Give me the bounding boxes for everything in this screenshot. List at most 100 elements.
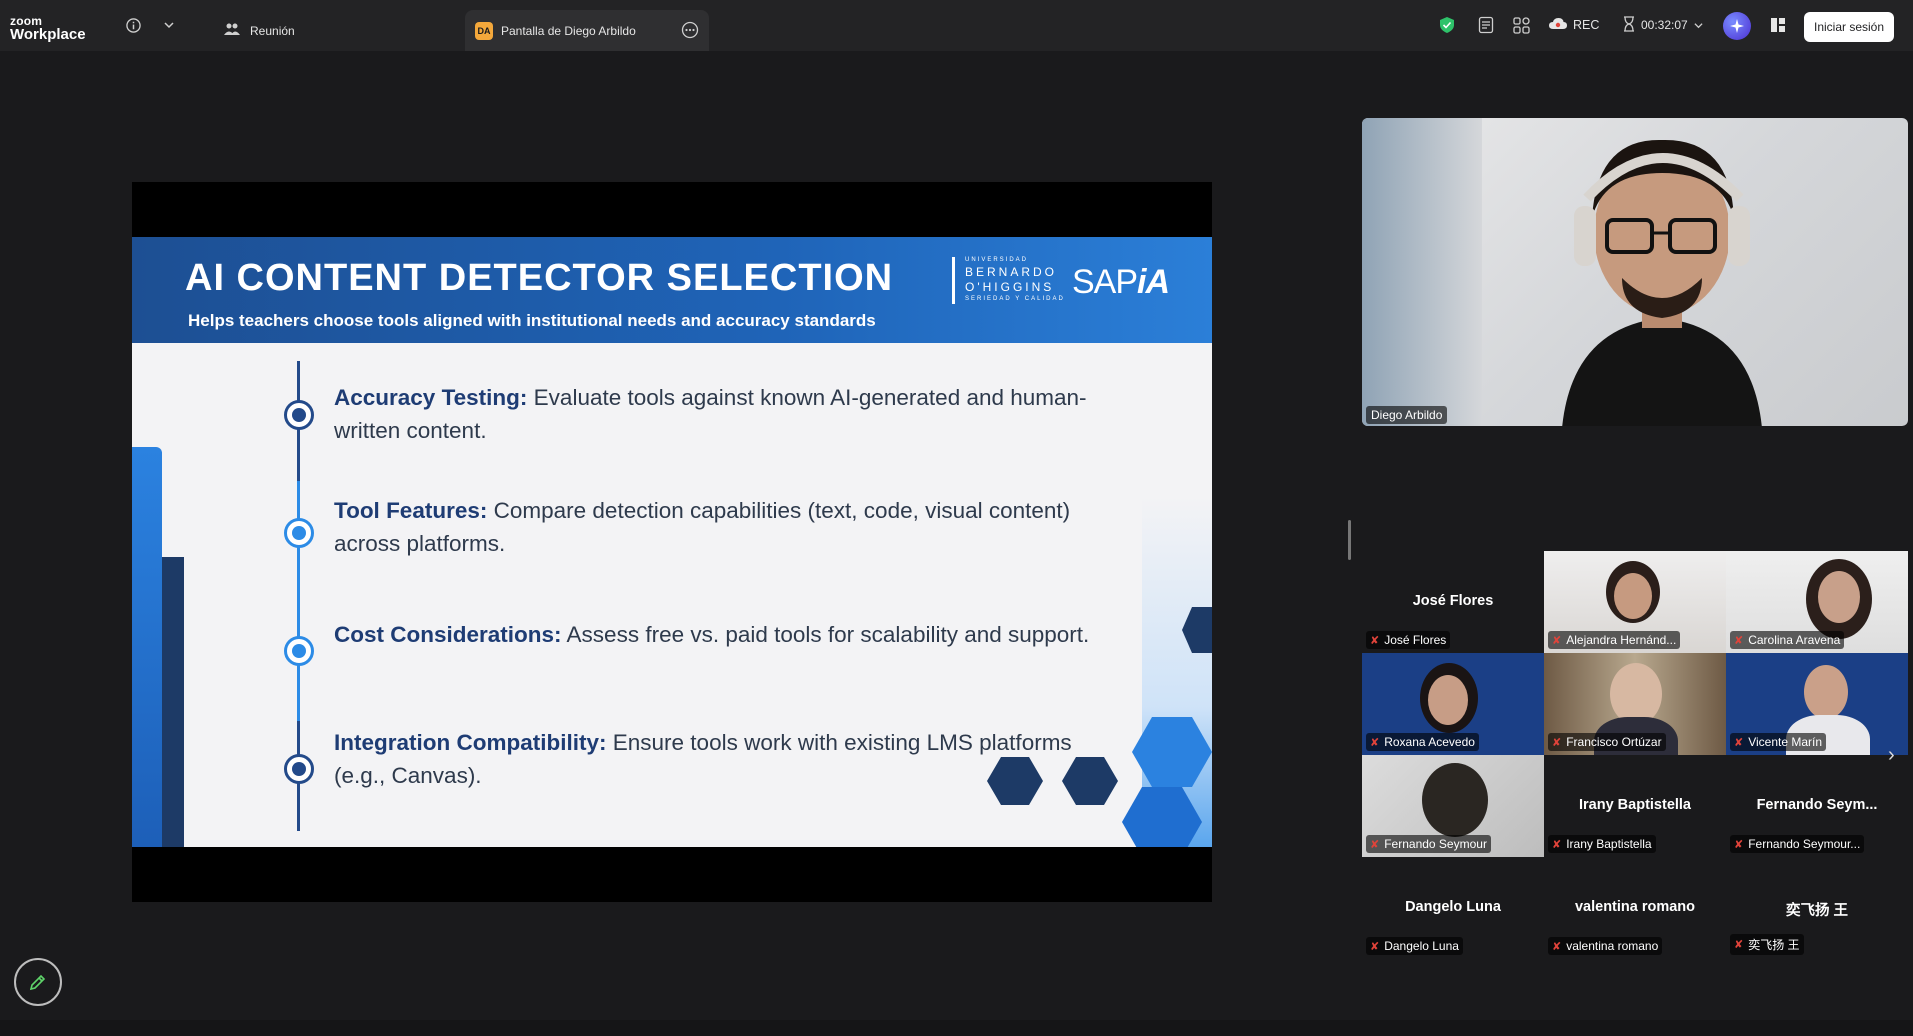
participant-display-name: Dangelo Luna	[1405, 899, 1501, 915]
mic-muted-icon: ✘	[1734, 634, 1744, 647]
participant-video	[1422, 763, 1488, 837]
sign-in-button[interactable]: Iniciar sesión	[1804, 12, 1894, 42]
participant-tag-label: Carolina Aravena	[1748, 633, 1841, 647]
speaker-name-tag: Diego Arbildo	[1366, 406, 1448, 424]
participant-name-tag: ✘ Vicente Marín	[1730, 733, 1827, 751]
timeline-line-highlight	[297, 481, 300, 721]
timer-value: 00:32:07	[1641, 18, 1688, 32]
participant-name-tag: ✘ Fernando Seymour...	[1730, 835, 1865, 853]
participant-name-tag: ✘ Irany Baptistella	[1548, 835, 1656, 853]
participant-tag-label: Fernando Seymour	[1384, 837, 1487, 851]
participant-name-tag: ✘ Carolina Aravena	[1730, 631, 1845, 649]
window-light	[1362, 118, 1482, 426]
apps-icon[interactable]	[1510, 14, 1532, 36]
participant-name-tag: ✘ José Flores	[1366, 631, 1451, 649]
cloud-icon	[1548, 17, 1568, 33]
mic-muted-icon: ✘	[1552, 634, 1562, 647]
timeline-node	[284, 636, 314, 666]
shared-screen: AI CONTENT DETECTOR SELECTION Helps teac…	[132, 182, 1212, 902]
participant-display-name: Fernando Seym...	[1756, 797, 1878, 813]
slide-header: AI CONTENT DETECTOR SELECTION Helps teac…	[132, 237, 1212, 343]
chevron-down-icon	[1694, 18, 1703, 33]
participant-display-name: José Flores	[1412, 593, 1494, 609]
hourglass-icon	[1623, 15, 1635, 35]
participant-video	[1610, 663, 1662, 725]
annotate-pencil-button[interactable]	[14, 958, 62, 1006]
logo-line-3: O'HIGGINS	[965, 280, 1055, 295]
zoom-workplace-logo: zoom Workplace	[10, 15, 86, 42]
chevron-down-icon[interactable]	[158, 14, 180, 36]
participant-tag-label: valentina romano	[1566, 939, 1659, 953]
tab-screen-share-label: Pantalla de Diego Arbildo	[501, 23, 636, 38]
participant-tile[interactable]: ✘ Vicente Marín	[1726, 653, 1908, 775]
university-logo: UNIVERSIDAD BERNARDO O'HIGGINS SERIEDAD …	[952, 257, 1065, 304]
slide-item-heading: Integration Compatibility:	[334, 730, 607, 755]
timeline-node	[284, 518, 314, 548]
logo-line-1: UNIVERSIDAD	[965, 257, 1029, 263]
logo-line-4: SERIEDAD Y CALIDAD	[965, 295, 1065, 302]
participant-tag-label: Francisco Ortúzar	[1566, 735, 1662, 749]
participant-tile[interactable]: ✘ Roxana Acevedo	[1362, 653, 1544, 755]
participant-tag-label: 奕飞扬 王	[1748, 938, 1800, 952]
notes-icon[interactable]	[1475, 14, 1497, 36]
slide-subtitle: Helps teachers choose tools aligned with…	[188, 311, 876, 330]
slide-item-heading: Cost Considerations:	[334, 622, 562, 647]
cloud-recording-indicator[interactable]: REC	[1548, 14, 1618, 36]
participant-tile[interactable]: ✘ Carolina Aravena	[1726, 551, 1908, 653]
slide-item: Accuracy Testing: Evaluate tools against…	[334, 382, 1094, 447]
participant-tag-label: Roxana Acevedo	[1384, 735, 1475, 749]
slide-item: Integration Compatibility: Ensure tools …	[334, 727, 1094, 792]
top-toolbar: zoom Workplace Reunión DA Pantalla de Di…	[0, 0, 1913, 51]
mic-muted-icon: ✘	[1734, 736, 1744, 749]
shield-icon[interactable]	[1436, 14, 1458, 36]
participant-display-name: valentina romano	[1574, 899, 1696, 915]
brand-name: Workplace	[10, 26, 86, 43]
participant-tile[interactable]: valentina romano ✘ valentina romano	[1544, 857, 1726, 959]
speaker-video[interactable]: Diego Arbildo	[1362, 118, 1908, 426]
slide-item-text: Assess free vs. paid tools for scalabili…	[566, 622, 1090, 647]
participant-face	[1428, 675, 1468, 725]
participant-tile[interactable]: ✘ Fernando Seymour	[1362, 755, 1544, 857]
participant-tile[interactable]: José Flores ✘ José Flores	[1362, 551, 1544, 653]
participant-tile[interactable]: Fernando Seym... ✘ Fernando Seymour...	[1726, 755, 1908, 857]
slide-item: Tool Features: Compare detection capabil…	[334, 495, 1094, 560]
ai-companion-icon[interactable]	[1723, 12, 1751, 40]
participant-display-name: Irany Baptistella	[1578, 797, 1691, 813]
layout-icon[interactable]	[1767, 14, 1789, 36]
tab-meeting[interactable]: Reunión	[212, 10, 307, 51]
panel-resize-handle[interactable]	[1348, 520, 1351, 560]
participant-video	[1804, 665, 1848, 719]
logo-sap-text: SAP	[1072, 263, 1138, 301]
mic-muted-icon: ✘	[1734, 838, 1744, 851]
participant-tag-label: Vicente Marín	[1748, 735, 1823, 749]
pencil-icon	[29, 974, 46, 991]
tab-screen-share[interactable]: DA Pantalla de Diego Arbildo	[465, 10, 709, 51]
logo-ia-text: iA	[1137, 263, 1170, 301]
participant-face	[1614, 573, 1652, 619]
mic-muted-icon: ✘	[1370, 940, 1380, 953]
bottom-toolbar	[0, 1020, 1913, 1036]
participant-tag-label: Alejandra Hernánd...	[1566, 633, 1677, 647]
mic-muted-icon: ✘	[1370, 736, 1380, 749]
participant-name-tag: ✘ Francisco Ortúzar	[1548, 733, 1666, 751]
participant-tile[interactable]: ✘ Francisco Ortúzar	[1544, 653, 1726, 777]
timeline-node	[284, 400, 314, 430]
participant-display-name: 奕飞扬 王	[1785, 903, 1849, 919]
participant-tile[interactable]: Irany Baptistella ✘ Irany Baptistella	[1544, 755, 1726, 857]
mic-muted-icon: ✘	[1734, 939, 1744, 951]
slide-title: AI CONTENT DETECTOR SELECTION	[185, 257, 894, 299]
logo-line-2: BERNARDO	[965, 264, 1058, 279]
participant-tag-label: Fernando Seymour...	[1748, 837, 1861, 851]
info-icon[interactable]	[122, 14, 144, 36]
chevron-right-icon[interactable]: ›	[1888, 744, 1895, 767]
participant-tile[interactable]: ✘ Alejandra Hernánd...	[1544, 551, 1726, 653]
participant-name-tag: ✘ valentina romano	[1548, 937, 1663, 955]
speaker-silhouette	[1562, 139, 1762, 426]
more-icon[interactable]	[681, 21, 699, 42]
participant-face	[1818, 571, 1860, 623]
participant-tile[interactable]: 奕飞扬 王 ✘ 奕飞扬 王	[1726, 857, 1908, 959]
participant-tile[interactable]: Dangelo Luna ✘ Dangelo Luna	[1362, 857, 1544, 959]
participant-tag-label: Irany Baptistella	[1566, 837, 1652, 851]
meeting-timer[interactable]: 00:32:07	[1623, 14, 1713, 36]
slide: AI CONTENT DETECTOR SELECTION Helps teac…	[132, 237, 1212, 847]
